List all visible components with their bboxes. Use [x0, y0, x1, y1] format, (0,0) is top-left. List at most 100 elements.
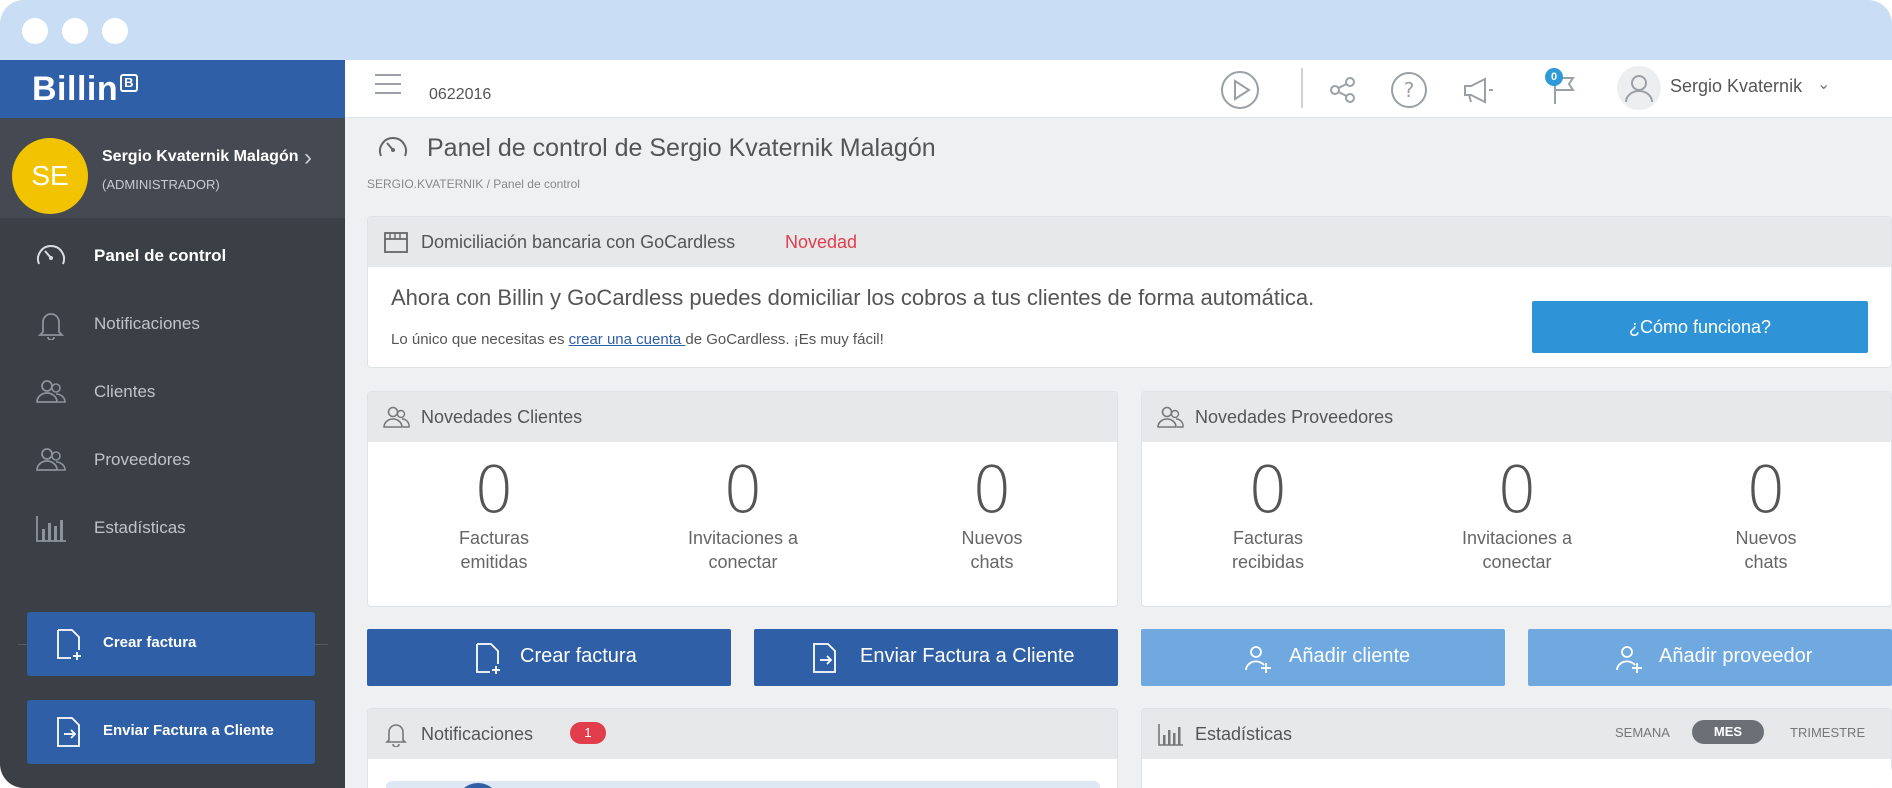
- stat-value: 0: [473, 454, 515, 528]
- window-maximize-button[interactable]: [102, 18, 128, 44]
- stat-label: Facturas: [1232, 528, 1304, 548]
- period-week-tab[interactable]: SEMANA: [1615, 725, 1670, 740]
- card-title: Domiciliación bancaria con GoCardless: [421, 232, 736, 252]
- gocardless-card: Domiciliación bancaria con GoCardless No…: [367, 216, 1892, 368]
- new-feature-badge: Novedad: [785, 232, 858, 252]
- svg-text:?: ?: [1404, 78, 1415, 102]
- users-icon: [36, 380, 66, 403]
- add-provider-button[interactable]: Añadir proveedor: [1528, 629, 1892, 686]
- users-icon: [1157, 406, 1184, 428]
- app-logo[interactable]: Billin B: [0, 60, 345, 118]
- menu-icon[interactable]: [375, 74, 401, 96]
- share-icon[interactable]: [1323, 70, 1363, 110]
- page-title: Panel de control de Sergio Kvaternik Mal…: [427, 134, 936, 162]
- sidebar-item-label: Notificaciones: [94, 314, 200, 333]
- create-account-link[interactable]: crear una cuenta: [569, 331, 686, 348]
- chevron-down-icon[interactable]: ⌄: [1817, 74, 1830, 94]
- button-label: Crear factura: [520, 645, 637, 667]
- card-header: Novedades Proveedores: [1142, 392, 1891, 442]
- bar-chart-icon: [36, 516, 66, 542]
- providers-news-panel: Novedades Proveedores 0 Facturas recibidas…: [1141, 391, 1892, 607]
- add-user-icon: [1616, 646, 1642, 673]
- top-bar: 0622016 ? 0 Sergio Kvaternik ⌄: [345, 60, 1892, 118]
- window-close-button[interactable]: [22, 18, 48, 44]
- dashboard-gauge-icon: [379, 137, 407, 157]
- window-titlebar: [0, 0, 1892, 60]
- avatar[interactable]: SE: [12, 138, 88, 214]
- send-invoice-button[interactable]: Enviar Factura a Cliente: [754, 629, 1118, 686]
- sidebar-item-clientes[interactable]: Clientes: [0, 364, 345, 420]
- sidebar-item-estadisticas[interactable]: Estadísticas: [0, 500, 345, 556]
- sidebar-create-invoice-button[interactable]: Crear factura: [27, 612, 315, 676]
- add-client-button[interactable]: Añadir cliente: [1141, 629, 1505, 686]
- stat-connect-invitations[interactable]: 0 Invitaciones a conectar: [663, 456, 823, 574]
- user-menu-name[interactable]: Sergio Kvaternik: [1670, 76, 1802, 97]
- button-label: Añadir cliente: [1289, 645, 1411, 667]
- stat-label: Facturas: [458, 528, 530, 548]
- card-header: Notificaciones 1: [368, 709, 1117, 759]
- sidebar-item-label: Estadísticas: [94, 518, 186, 537]
- stat-label: conectar: [708, 552, 778, 572]
- help-icon[interactable]: ?: [1389, 70, 1429, 110]
- sidebar-item-label: Proveedores: [94, 450, 191, 469]
- bank-icon: [384, 232, 408, 253]
- card-title: Notificaciones: [421, 724, 534, 744]
- stat-label: Nuevos: [961, 528, 1023, 548]
- users-icon: [36, 448, 66, 471]
- stat-new-chats[interactable]: 0 Nuevos chats: [1686, 456, 1846, 574]
- stat-value: 0: [1496, 454, 1538, 528]
- card-title: Novedades Proveedores: [1195, 407, 1394, 427]
- chevron-right-icon[interactable]: ›: [304, 144, 312, 172]
- send-document-icon: [57, 717, 80, 747]
- stat-new-chats[interactable]: 0 Nuevos chats: [912, 456, 1072, 574]
- stat-connect-invitations[interactable]: 0 Invitaciones a conectar: [1437, 456, 1597, 574]
- bell-icon: [37, 313, 65, 340]
- create-invoice-button[interactable]: Crear factura: [367, 629, 731, 686]
- card-title: Estadísticas: [1195, 724, 1293, 744]
- notifications-panel: Notificaciones 1: [367, 708, 1118, 788]
- period-month-tab[interactable]: MES: [1692, 720, 1764, 744]
- card-header: Domiciliación bancaria con GoCardless No…: [368, 217, 1891, 267]
- notification-count-badge: 1: [570, 722, 606, 744]
- button-label: Enviar Factura a Cliente: [860, 645, 1075, 667]
- bar-chart-icon: [1158, 724, 1183, 746]
- sidebar-item-panel-de-control[interactable]: Panel de control: [0, 228, 345, 284]
- user-avatar[interactable]: [1617, 66, 1661, 110]
- stat-label: Nuevos: [1735, 528, 1797, 548]
- subtext-part: Lo único que necesitas es: [391, 331, 569, 348]
- card-title: Novedades Clientes: [421, 407, 583, 427]
- stat-label: Invitaciones a: [1461, 528, 1573, 548]
- megaphone-icon[interactable]: [1457, 70, 1497, 110]
- user-name[interactable]: Sergio Kvaternik Malagón: [102, 148, 299, 166]
- dashboard-gauge-icon: [37, 245, 65, 265]
- sidebar-item-notificaciones[interactable]: Notificaciones: [0, 296, 345, 352]
- sidebar-item-proveedores[interactable]: Proveedores: [0, 432, 345, 488]
- topbar-separator: [1301, 68, 1303, 108]
- user-role: (ADMINISTRADOR): [102, 177, 220, 192]
- flag-count-badge: 0: [1545, 68, 1563, 86]
- play-video-icon[interactable]: [1220, 70, 1260, 110]
- stat-value: 0: [1247, 454, 1289, 528]
- user-icon: [1625, 75, 1653, 103]
- stat-label: emitidas: [460, 552, 528, 572]
- sidebar: Billin B SE Sergio Kvaternik Malagón (ADM…: [0, 60, 345, 788]
- stat-label: recibidas: [1231, 552, 1305, 572]
- stat-issued-invoices[interactable]: 0 Facturas emitidas: [414, 456, 574, 574]
- stat-received-invoices[interactable]: 0 Facturas recibidas: [1188, 456, 1348, 574]
- stat-label: chats: [1744, 552, 1788, 572]
- logo-badge: B: [120, 74, 138, 92]
- button-label: Añadir proveedor: [1659, 645, 1813, 667]
- send-document-icon: [813, 643, 836, 673]
- add-user-icon: [1245, 646, 1271, 673]
- sidebar-send-invoice-button[interactable]: Enviar Factura a Cliente: [27, 700, 315, 764]
- stat-label: conectar: [1482, 552, 1552, 572]
- how-it-works-button[interactable]: ¿Cómo funciona?: [1532, 301, 1868, 353]
- sidebar-item-label: Panel de control: [94, 246, 227, 265]
- stat-value: 0: [722, 454, 764, 528]
- card-header: Estadísticas SEMANA MES TRIMESTRE: [1142, 709, 1891, 759]
- window-minimize-button[interactable]: [62, 18, 88, 44]
- notification-item[interactable]: [386, 781, 1100, 788]
- subtext-part: de GoCardless. ¡Es muy fácil!: [685, 331, 884, 348]
- logo-text: Billin: [32, 70, 119, 108]
- period-quarter-tab[interactable]: TRIMESTRE: [1790, 725, 1865, 740]
